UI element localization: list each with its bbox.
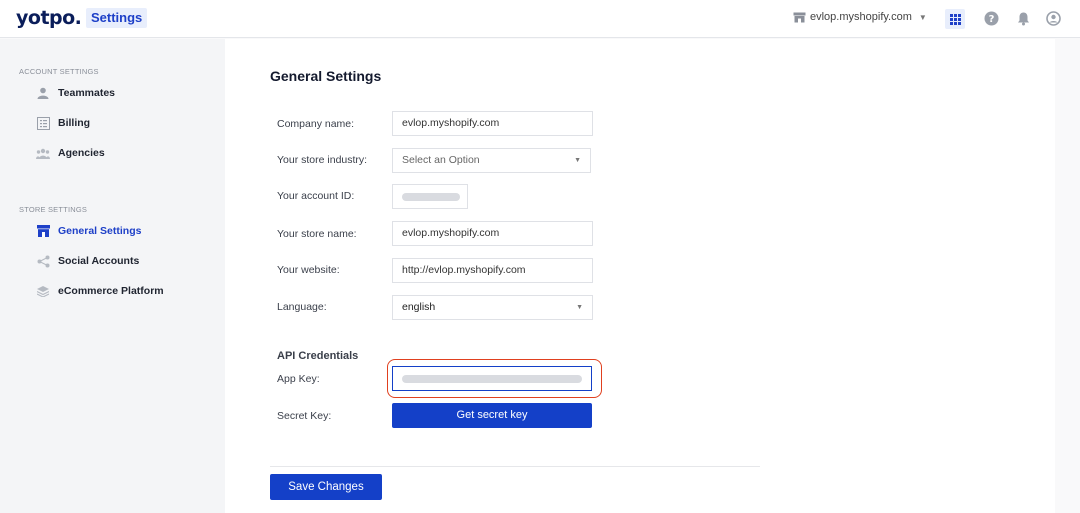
language-label: Language:: [277, 301, 327, 313]
store-name-label: Your store name:: [277, 228, 357, 240]
get-secret-key-button[interactable]: Get secret key: [392, 403, 592, 428]
user-avatar-icon[interactable]: [1046, 11, 1061, 26]
invoice-icon: [36, 116, 50, 130]
sidebar-item-billing[interactable]: Billing: [36, 114, 90, 132]
share-icon: [36, 254, 50, 268]
store-industry-label: Your store industry:: [277, 154, 368, 166]
store-switcher[interactable]: evlop.myshopify.com ▼: [793, 11, 927, 23]
help-icon[interactable]: ?: [984, 11, 999, 26]
account-id-label: Your account ID:: [277, 190, 355, 202]
app-key-label: App Key:: [277, 373, 320, 385]
website-label: Your website:: [277, 264, 340, 276]
store-name: evlop.myshopify.com: [810, 11, 912, 23]
bell-icon[interactable]: [1016, 11, 1031, 26]
chevron-down-icon: ▼: [574, 157, 581, 164]
main-panel: General Settings Company name: evlop.mys…: [225, 39, 1055, 513]
yotpo-logo[interactable]: yotpo.: [16, 7, 82, 29]
sidebar-item-label: eCommerce Platform: [58, 285, 164, 297]
svg-text:?: ?: [989, 14, 995, 25]
store-industry-select[interactable]: Select an Option ▼: [392, 148, 591, 173]
api-credentials-heading: API Credentials: [277, 350, 359, 362]
section-badge: Settings: [86, 8, 148, 28]
sidebar-item-agencies[interactable]: Agencies: [36, 144, 105, 162]
storefront-icon: [36, 224, 50, 238]
apps-grid-icon: [949, 13, 961, 25]
top-bar: yotpo. Settings evlop.myshopify.com ▼ ?: [0, 0, 1080, 38]
sidebar: ACCOUNT SETTINGS Teammates Billing Agenc…: [0, 39, 225, 513]
language-select[interactable]: english ▼: [392, 295, 593, 320]
store-name-field[interactable]: evlop.myshopify.com: [392, 221, 593, 246]
divider: [270, 466, 760, 467]
group-icon: [36, 146, 50, 160]
account-id-field: [392, 184, 468, 209]
sidebar-item-label: Teammates: [58, 87, 116, 99]
store-settings-heading: STORE SETTINGS: [19, 205, 88, 214]
apps-grid-button[interactable]: [945, 9, 965, 29]
sidebar-item-label: General Settings: [58, 225, 142, 237]
redacted-value: [402, 375, 582, 383]
person-icon: [36, 86, 50, 100]
app-key-field[interactable]: [392, 366, 592, 391]
website-field[interactable]: http://evlop.myshopify.com: [392, 258, 593, 283]
account-settings-heading: ACCOUNT SETTINGS: [19, 67, 99, 76]
sidebar-item-social-accounts[interactable]: Social Accounts: [36, 252, 139, 270]
store-icon: [793, 12, 806, 22]
sidebar-item-label: Billing: [58, 117, 91, 129]
company-name-field[interactable]: evlop.myshopify.com: [392, 111, 593, 136]
chevron-down-icon: ▼: [918, 12, 927, 22]
save-changes-button[interactable]: Save Changes: [270, 474, 382, 500]
sidebar-item-general-settings[interactable]: General Settings: [36, 222, 141, 240]
sidebar-item-ecommerce-platform[interactable]: eCommerce Platform: [36, 282, 164, 300]
sidebar-item-teammates[interactable]: Teammates: [36, 84, 115, 102]
layers-icon: [36, 284, 50, 298]
company-name-label: Company name:: [277, 118, 355, 130]
page-title: General Settings: [270, 68, 382, 84]
language-value: english: [402, 301, 436, 313]
secret-key-label: Secret Key:: [277, 410, 332, 422]
sidebar-item-label: Agencies: [58, 147, 105, 159]
sidebar-item-label: Social Accounts: [58, 255, 140, 267]
store-industry-placeholder: Select an Option: [402, 154, 480, 166]
chevron-down-icon: ▼: [576, 304, 583, 311]
redacted-value: [402, 193, 460, 201]
